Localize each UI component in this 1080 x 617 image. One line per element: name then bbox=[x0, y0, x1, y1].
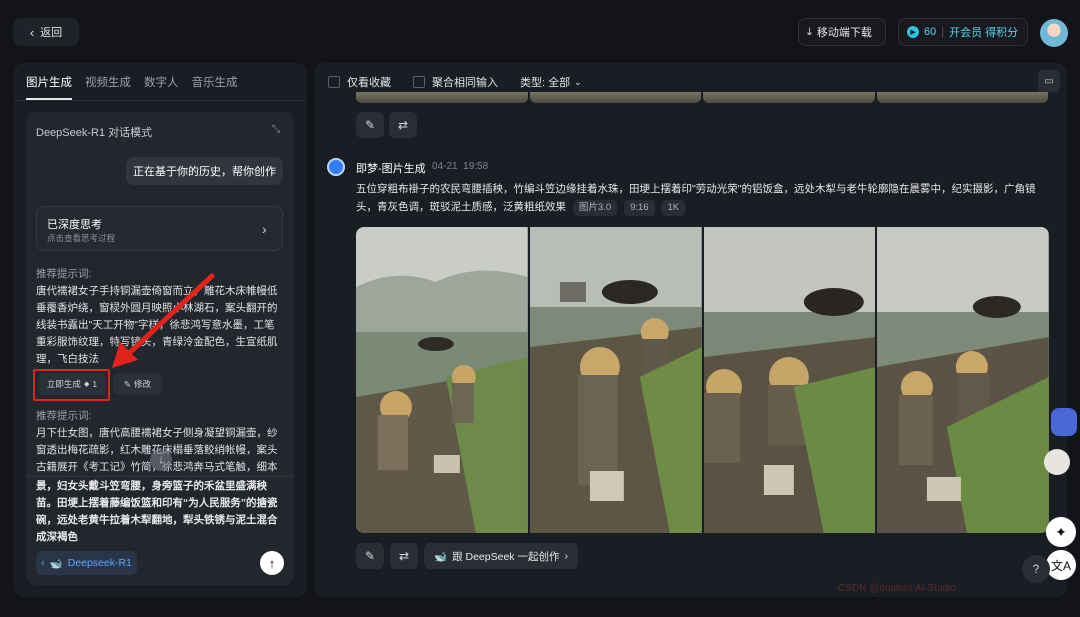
generated-image[interactable] bbox=[877, 227, 1049, 533]
pencil-icon: ✎ bbox=[123, 378, 132, 389]
regenerate-icon[interactable]: ⇄ bbox=[389, 112, 417, 138]
member-label: 开会员 得积分 bbox=[949, 27, 1019, 39]
dreamina-logo bbox=[327, 158, 345, 176]
tab-video[interactable]: 视频生成 bbox=[85, 74, 131, 100]
watermark: CSDN @doubao AI-Studio bbox=[838, 583, 956, 594]
back-label: 返回 bbox=[40, 27, 63, 39]
highlight-box bbox=[33, 369, 110, 401]
generated-images bbox=[356, 227, 1049, 533]
arrow-up-icon: ↑ bbox=[268, 555, 276, 571]
sparkle-icon[interactable]: ✦ bbox=[1046, 517, 1076, 547]
user-message: 正在基于你的历史，帮你创作 bbox=[126, 157, 283, 185]
assistant-icon[interactable] bbox=[1051, 408, 1077, 436]
generation-time: 19:58 bbox=[463, 161, 489, 172]
back-button[interactable]: ‹ 返回 bbox=[13, 18, 79, 46]
generated-image[interactable] bbox=[529, 227, 702, 533]
edit-label: 修改 bbox=[134, 379, 152, 389]
think-subtitle: 点击查看思考过程 bbox=[47, 233, 116, 243]
tab-digital-human[interactable]: 数字人 bbox=[144, 74, 179, 100]
prompt-label-2: 推荐提示词: bbox=[36, 410, 92, 422]
input-text[interactable]: 景，妇女头戴斗笠弯腰，身旁篮子的禾盆里盛满秧苗。田埂上摆着藤编饭篮和印有“为人民… bbox=[36, 478, 286, 546]
previous-images bbox=[356, 92, 1048, 103]
merge-label: 聚合相同输入 bbox=[432, 77, 498, 89]
annotation-arrow bbox=[112, 273, 215, 368]
filter-bar: 仅看收藏 聚合相同输入 类型: 全部 ⌄ bbox=[328, 74, 582, 90]
collapse-icon[interactable]: ⤡ bbox=[272, 124, 282, 135]
think-title: 已深度思考 bbox=[47, 219, 102, 231]
favorites-label: 仅看收藏 bbox=[347, 77, 391, 89]
membership-button[interactable]: ▶ 60 | 开会员 得积分 bbox=[898, 18, 1028, 46]
avatar-assistant-icon[interactable] bbox=[1044, 449, 1070, 475]
prompt-label: 推荐提示词: bbox=[36, 268, 92, 280]
generation-title: 即梦-图片生成 bbox=[356, 163, 426, 175]
chat-title: DeepSeek-R1 对话模式 bbox=[36, 127, 153, 139]
tag-ratio: 9:16 bbox=[624, 200, 655, 216]
send-button[interactable]: ↑ bbox=[260, 551, 284, 575]
tab-music[interactable]: 音乐生成 bbox=[192, 74, 238, 100]
points-count: 60 bbox=[924, 26, 937, 38]
collab-deepseek-button[interactable]: 🐋 跟 DeepSeek 一起创作 › bbox=[424, 543, 578, 569]
chevron-left-icon: ‹ bbox=[29, 24, 35, 40]
prompt-description: 五位穿粗布褂子的农民弯腰插秧，竹编斗笠边缘挂着水珠，田埂上摆着印"劳动光荣"的铝… bbox=[356, 183, 1036, 213]
folder-icon[interactable]: ▭ bbox=[1038, 70, 1060, 92]
chevron-down-icon: ⌄ bbox=[574, 76, 582, 87]
help-icon[interactable]: ? bbox=[1022, 555, 1050, 583]
download-icon: ⤓ bbox=[807, 25, 812, 38]
whale-icon: 🐋 bbox=[434, 550, 448, 563]
favorites-checkbox[interactable] bbox=[328, 76, 340, 88]
generation-prompt: 五位穿粗布褂子的农民弯腰插秧，竹编斗笠边缘挂着水珠，田埂上摆着印"劳动光荣"的铝… bbox=[356, 180, 1056, 216]
download-label: 移动端下载 bbox=[816, 27, 872, 39]
user-avatar[interactable] bbox=[1040, 19, 1068, 47]
chevron-left-icon: ‹ bbox=[41, 557, 45, 569]
generated-image[interactable] bbox=[703, 227, 876, 533]
pencil-icon[interactable]: ✎ bbox=[356, 543, 384, 569]
generated-image[interactable] bbox=[356, 227, 528, 533]
model-label: Deepseek-R1 bbox=[67, 557, 132, 569]
type-filter[interactable]: 类型: 全部 bbox=[520, 74, 570, 90]
translate-icon[interactable]: 文A bbox=[1046, 550, 1076, 580]
whale-icon: 🐋 bbox=[49, 557, 63, 570]
tab-image[interactable]: 图片生成 bbox=[26, 74, 72, 100]
mobile-download-button[interactable]: ⤓ 移动端下载 bbox=[798, 18, 886, 46]
points-icon: ▶ bbox=[907, 26, 919, 38]
collab-label: 跟 DeepSeek 一起创作 bbox=[452, 550, 560, 563]
generation-timestamp: 04-21 19:58 bbox=[432, 161, 488, 172]
tab-divider bbox=[14, 100, 307, 101]
divider: | bbox=[941, 26, 945, 38]
pencil-icon[interactable]: ✎ bbox=[356, 112, 384, 138]
tag-resolution: 1K bbox=[661, 200, 686, 216]
generation-actions: ✎ ⇄ 🐋 跟 DeepSeek 一起创作 › bbox=[356, 543, 578, 569]
edit-prompt-button[interactable]: ✎ 修改 bbox=[113, 373, 162, 395]
model-selector[interactable]: ‹ 🐋 Deepseek-R1 bbox=[36, 551, 137, 575]
generation-date: 04-21 bbox=[432, 161, 458, 172]
regenerate-icon[interactable]: ⇄ bbox=[390, 543, 418, 569]
arrow-down-icon[interactable]: ↓ bbox=[150, 449, 172, 471]
tag-model: 图片3.0 bbox=[572, 200, 618, 216]
chevron-right-icon: › bbox=[262, 221, 267, 237]
creation-tabs: 图片生成 视频生成 数字人 音乐生成 bbox=[26, 74, 238, 100]
chevron-right-icon: › bbox=[564, 550, 568, 562]
merge-checkbox[interactable] bbox=[413, 76, 425, 88]
input-divider bbox=[26, 476, 294, 477]
